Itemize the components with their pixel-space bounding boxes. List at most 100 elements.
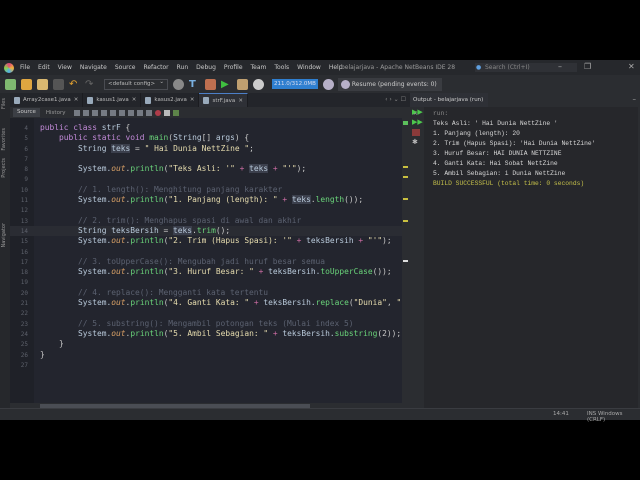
menu-edit[interactable]: Edit [38, 64, 50, 71]
find-icon[interactable] [101, 109, 108, 116]
line-number: 27 [20, 361, 28, 369]
output-tab[interactable]: Output - belajarjava (run) ✕ [410, 93, 488, 117]
tab-kasus2-java[interactable]: kasus2.java ✕ [141, 93, 200, 107]
debug-icon[interactable] [237, 78, 248, 90]
editor-error-stripe[interactable] [402, 118, 410, 403]
globe-icon[interactable] [173, 78, 184, 90]
find-next-icon[interactable] [119, 109, 126, 116]
back-icon[interactable] [83, 109, 90, 116]
tab-navigation[interactable]: ‹ › ⌄ ☐ [385, 96, 406, 103]
menu-profile[interactable]: Profile [224, 64, 243, 71]
memory-indicator[interactable]: 211.0/312.0MB [272, 79, 318, 89]
code-line: 8 System.out.println("Teks Asli: '" + te… [10, 164, 402, 174]
history-tab[interactable]: History [40, 110, 72, 116]
code-token: out [111, 164, 126, 174]
code-line: 20 // 4. replace(): Mengganti kata terte… [10, 288, 402, 298]
undo-icon[interactable]: ↶ [69, 79, 80, 90]
output-console[interactable]: run: Teks Asli: ' Hai Dunia NettZine ' 1. … [424, 107, 638, 408]
warning-marker[interactable] [403, 220, 408, 222]
source-tab[interactable]: Source [13, 108, 40, 117]
resume-button[interactable]: Resume (pending events: 0) [337, 77, 442, 91]
rerun-params-icon[interactable]: ▶▶ [412, 119, 423, 126]
gc-icon[interactable] [322, 78, 334, 90]
output-panel: Output - belajarjava (run) ✕ – ▶▶ ▶▶ ✱ r… [410, 93, 640, 408]
side-tab-projects[interactable]: Projects [1, 158, 7, 178]
menu-view[interactable]: View [58, 64, 72, 71]
code-token: (2)); [377, 328, 402, 338]
code-line: 19 [10, 277, 402, 287]
output-line: 3. Huruf Besar: HAI DUNIA NETTZINE [433, 150, 562, 157]
record-macro-icon[interactable] [155, 109, 162, 116]
code-token: println [130, 164, 164, 174]
toggle-highlight-icon[interactable] [128, 109, 135, 116]
config-select[interactable]: <default config> [104, 78, 168, 90]
code-token: println [130, 298, 164, 308]
output-line: run: [433, 110, 449, 117]
code-token: System. [78, 298, 112, 308]
new-file-icon[interactable] [5, 78, 16, 90]
output-line: 5. Ambil Sebagian: i Dunia NettZine [433, 170, 566, 177]
minimize-button[interactable]: – [558, 62, 562, 71]
tab-array2case1-java[interactable]: Array2case1.java ✕ [10, 93, 84, 107]
comment-icon[interactable] [173, 109, 180, 116]
code-token: // 1. length(): Menghitung panjang karak… [40, 184, 283, 194]
menu-debug[interactable]: Debug [196, 64, 216, 71]
code-editor[interactable]: 4 public class strF {5 public static void… [10, 118, 402, 403]
code-token: out [111, 298, 126, 308]
code-token: "2. Trim (Hapus Spasi): '" [168, 236, 292, 246]
rerun-icon[interactable]: ▶▶ [412, 109, 423, 116]
menu-refactor[interactable]: Refactor [143, 64, 168, 71]
close-tab-icon[interactable]: ✕ [190, 93, 195, 107]
save-all-icon[interactable] [53, 78, 64, 90]
shift-left-icon[interactable] [137, 109, 144, 116]
run-icon[interactable]: ▶ [221, 79, 232, 90]
code-token: out [111, 236, 126, 246]
menu-run[interactable]: Run [177, 64, 189, 71]
code-area[interactable]: 4 public class strF {5 public static void… [10, 123, 402, 370]
find-prev-icon[interactable] [110, 109, 117, 116]
redo-icon[interactable]: ↷ [85, 79, 96, 90]
side-tab-navigator[interactable]: Navigator [1, 223, 7, 247]
menu-tools[interactable]: Tools [274, 64, 289, 71]
side-tab-files[interactable]: Files [1, 98, 7, 109]
tab-kasus1-java[interactable]: kasus1.java ✕ [83, 93, 142, 107]
output-line: BUILD SUCCESSFUL (total time: 0 seconds) [433, 180, 585, 187]
clean-build-icon[interactable] [205, 78, 216, 90]
code-token: "4. Ganti Kata: " [168, 298, 250, 308]
tab-strf-java[interactable]: strF.java ✕ [199, 93, 248, 108]
forward-icon[interactable] [92, 109, 99, 116]
code-line: 21 System.out.println("4. Ganti Kata: " … [10, 298, 402, 308]
new-project-icon[interactable] [21, 78, 32, 90]
open-project-icon[interactable] [37, 78, 48, 90]
side-tab-favorites[interactable]: Favorites [1, 128, 7, 151]
restore-button[interactable]: ❐ [584, 62, 591, 71]
java-file-icon [87, 96, 94, 104]
warning-marker[interactable] [403, 176, 408, 178]
close-tab-icon[interactable]: ✕ [74, 93, 79, 107]
menu-file[interactable]: File [20, 64, 30, 71]
settings-icon[interactable]: ✱ [412, 139, 420, 146]
menu-team[interactable]: Team [251, 64, 267, 71]
code-token: teks [291, 195, 311, 205]
close-tab-icon[interactable]: ✕ [132, 93, 137, 107]
warning-marker[interactable] [403, 166, 408, 168]
build-icon[interactable]: T [189, 79, 200, 90]
warning-marker[interactable] [403, 198, 408, 200]
close-tab-icon[interactable]: ✕ [238, 94, 243, 108]
menu-window[interactable]: Window [297, 64, 321, 71]
code-token: = [130, 143, 145, 153]
menu-navigate[interactable]: Navigate [80, 64, 107, 71]
stop-icon[interactable] [412, 129, 420, 136]
profile-icon[interactable] [253, 78, 264, 90]
code-token: + [277, 195, 292, 205]
menu-source[interactable]: Source [115, 64, 136, 71]
code-token: length [315, 195, 345, 205]
last-edit-icon[interactable] [74, 109, 81, 116]
minimize-output-icon[interactable]: – [633, 95, 637, 103]
shift-right-icon[interactable] [146, 109, 153, 116]
stop-macro-icon[interactable] [164, 109, 171, 116]
close-button[interactable]: ✕ [628, 62, 635, 71]
